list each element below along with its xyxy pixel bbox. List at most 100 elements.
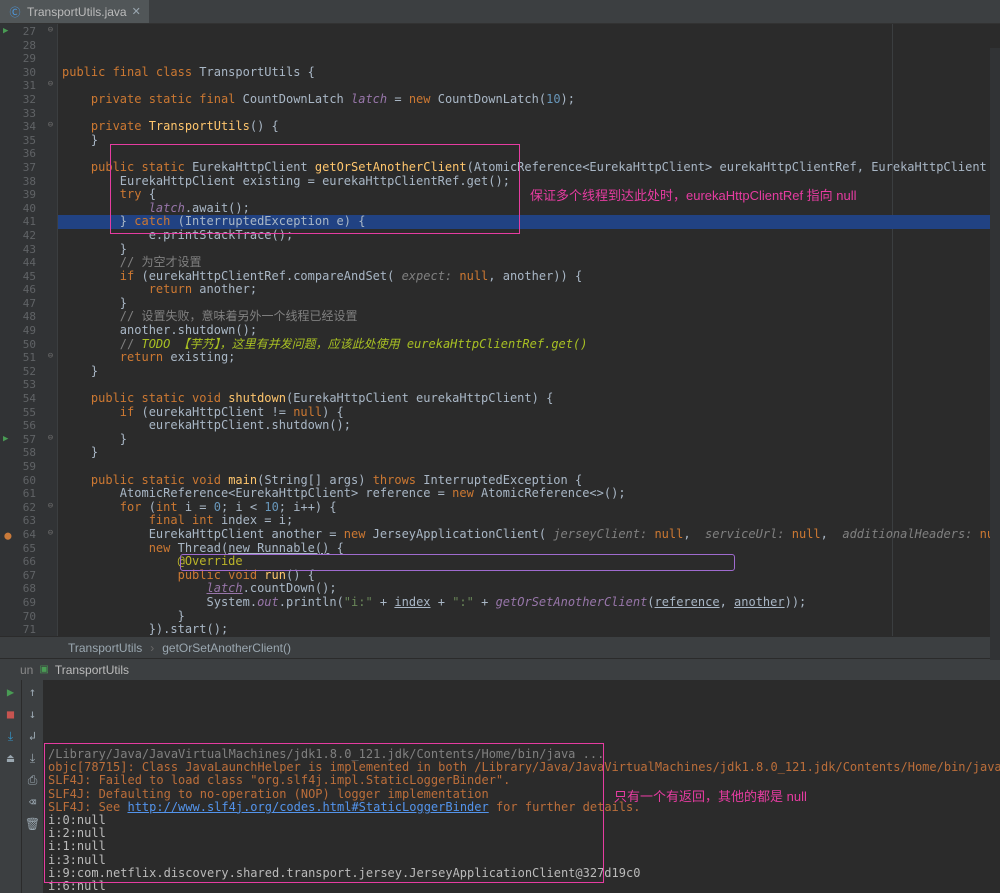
down-stack-icon[interactable]: ↓ bbox=[25, 706, 41, 722]
line-number[interactable]: 60 bbox=[0, 474, 44, 488]
stop-icon[interactable]: ■ bbox=[3, 706, 19, 722]
code-line[interactable]: } bbox=[58, 243, 1000, 257]
line-number[interactable]: 52 bbox=[0, 365, 44, 379]
fold-column[interactable]: ⊖ ⊖ ⊖ ⊖ ⊖ ⊖ ⊖ bbox=[44, 24, 58, 636]
line-number[interactable]: 33 bbox=[0, 107, 44, 121]
code-line[interactable]: new Thread(new Runnable() { bbox=[58, 542, 1000, 556]
code-line[interactable]: public static void shutdown(EurekaHttpCl… bbox=[58, 392, 1000, 406]
line-number[interactable]: 30 bbox=[0, 66, 44, 80]
run-tool-tab[interactable]: un ▣ TransportUtils bbox=[0, 658, 1000, 680]
line-number[interactable]: 61 bbox=[0, 487, 44, 501]
scroll-end-icon[interactable]: ⤓ bbox=[25, 750, 41, 766]
code-line[interactable]: // TODO 【芋艿】，这里有并发问题，应该此处使用 eurekaHttpCl… bbox=[58, 338, 1000, 352]
line-number[interactable]: 37 bbox=[0, 161, 44, 175]
code-line[interactable]: } bbox=[58, 134, 1000, 148]
line-number[interactable]: 68 bbox=[0, 582, 44, 596]
code-line[interactable] bbox=[58, 79, 1000, 93]
line-number[interactable]: 70 bbox=[0, 610, 44, 624]
code-line[interactable]: another.shutdown(); bbox=[58, 324, 1000, 338]
line-number[interactable]: 50 bbox=[0, 338, 44, 352]
line-number[interactable]: 34 bbox=[0, 120, 44, 134]
line-number[interactable]: 49 bbox=[0, 324, 44, 338]
line-number[interactable]: 44 bbox=[0, 256, 44, 270]
line-number[interactable]: 47 bbox=[0, 297, 44, 311]
line-number[interactable]: 66 bbox=[0, 555, 44, 569]
code-line[interactable]: }).start(); bbox=[58, 623, 1000, 636]
code-line[interactable]: } bbox=[58, 365, 1000, 379]
line-number[interactable]: 38 bbox=[0, 175, 44, 189]
line-number[interactable]: 63 bbox=[0, 514, 44, 528]
line-number[interactable]: 62 bbox=[0, 501, 44, 515]
line-number[interactable]: 65 bbox=[0, 542, 44, 556]
line-number[interactable]: 69 bbox=[0, 596, 44, 610]
fold-toggle[interactable]: ⊖ bbox=[44, 500, 57, 514]
code-line[interactable]: latch.await(); bbox=[58, 202, 1000, 216]
line-number[interactable]: 40 bbox=[0, 202, 44, 216]
line-number[interactable]: 28 bbox=[0, 39, 44, 53]
code-line[interactable]: } bbox=[58, 610, 1000, 624]
breadcrumb-class[interactable]: TransportUtils bbox=[60, 641, 150, 655]
code-line[interactable]: // 设置失败，意味着另外一个线程已经设置 bbox=[58, 310, 1000, 324]
line-number[interactable]: 29 bbox=[0, 52, 44, 66]
code-line[interactable]: return existing; bbox=[58, 351, 1000, 365]
code-line[interactable]: AtomicReference<EurekaHttpClient> refere… bbox=[58, 487, 1000, 501]
code-area[interactable]: public final class TransportUtils { priv… bbox=[58, 24, 1000, 636]
line-number[interactable]: 45 bbox=[0, 270, 44, 284]
line-number[interactable]: 41 bbox=[0, 215, 44, 229]
line-number[interactable]: 71 bbox=[0, 623, 44, 637]
code-line[interactable]: return another; bbox=[58, 283, 1000, 297]
code-line[interactable]: eurekaHttpClient.shutdown(); bbox=[58, 419, 1000, 433]
code-line[interactable]: public void run() { bbox=[58, 569, 1000, 583]
fold-toggle[interactable]: ⊖ bbox=[44, 78, 57, 92]
line-number[interactable]: 36 bbox=[0, 147, 44, 161]
code-line[interactable]: if (eurekaHttpClient != null) { bbox=[58, 406, 1000, 420]
line-number[interactable]: 58 bbox=[0, 446, 44, 460]
code-line[interactable]: public static EurekaHttpClient getOrSetA… bbox=[58, 161, 1000, 175]
code-line[interactable] bbox=[58, 107, 1000, 121]
fold-toggle[interactable]: ⊖ bbox=[44, 350, 57, 364]
line-number[interactable]: 55 bbox=[0, 406, 44, 420]
line-number[interactable]: 53 bbox=[0, 378, 44, 392]
line-number[interactable]: 56 bbox=[0, 419, 44, 433]
fold-toggle[interactable]: ⊖ bbox=[44, 119, 57, 133]
code-line[interactable]: private static final CountDownLatch latc… bbox=[58, 93, 1000, 107]
code-line[interactable]: } catch (InterruptedException e) { bbox=[58, 215, 1000, 229]
breadcrumb-method[interactable]: getOrSetAnotherClient() bbox=[154, 641, 299, 655]
exit-icon[interactable]: ⏏ bbox=[3, 750, 19, 766]
line-number[interactable]: 27 bbox=[0, 25, 44, 39]
code-line[interactable]: } bbox=[58, 446, 1000, 460]
code-line[interactable]: private TransportUtils() { bbox=[58, 120, 1000, 134]
trash-icon[interactable]: 🗑 bbox=[25, 816, 41, 832]
code-line[interactable] bbox=[58, 147, 1000, 161]
line-number[interactable]: 39 bbox=[0, 188, 44, 202]
line-number[interactable]: 42 bbox=[0, 229, 44, 243]
print-icon[interactable]: ⎙ bbox=[25, 772, 41, 788]
code-line[interactable]: System.out.println("i:" + index + ":" + … bbox=[58, 596, 1000, 610]
fold-toggle[interactable]: ⊖ bbox=[44, 527, 57, 541]
line-number[interactable]: 32 bbox=[0, 93, 44, 107]
code-line[interactable]: for (int i = 0; i < 10; i++) { bbox=[58, 501, 1000, 515]
code-line[interactable]: @Override bbox=[58, 555, 1000, 569]
code-line[interactable]: EurekaHttpClient another = new JerseyApp… bbox=[58, 528, 1000, 542]
code-line[interactable]: EurekaHttpClient existing = eurekaHttpCl… bbox=[58, 175, 1000, 189]
code-line[interactable]: final int index = i; bbox=[58, 514, 1000, 528]
scrollbar-vertical[interactable] bbox=[990, 48, 1000, 660]
line-number[interactable]: 48 bbox=[0, 310, 44, 324]
close-tab-icon[interactable]: ✕ bbox=[132, 5, 141, 18]
code-line[interactable]: } bbox=[58, 433, 1000, 447]
fold-toggle[interactable]: ⊖ bbox=[44, 432, 57, 446]
code-line[interactable]: public static void main(String[] args) t… bbox=[58, 474, 1000, 488]
code-line[interactable]: // 为空才设置 bbox=[58, 256, 1000, 270]
code-line[interactable]: public final class TransportUtils { bbox=[58, 66, 1000, 80]
line-number[interactable]: 46 bbox=[0, 283, 44, 297]
line-gutter[interactable]: 2728293031323334353637383940414243444546… bbox=[0, 24, 44, 636]
line-number[interactable]: 35 bbox=[0, 134, 44, 148]
dump-threads-icon[interactable]: ⤓ bbox=[3, 728, 19, 744]
line-number[interactable]: 57 bbox=[0, 433, 44, 447]
rerun-icon[interactable]: ▶ bbox=[3, 684, 19, 700]
code-line[interactable] bbox=[58, 378, 1000, 392]
fold-toggle[interactable]: ⊖ bbox=[44, 24, 57, 38]
soft-wrap-icon[interactable]: ↲ bbox=[25, 728, 41, 744]
file-tab[interactable]: Ⓒ TransportUtils.java ✕ bbox=[0, 0, 149, 23]
line-number[interactable]: 51 bbox=[0, 351, 44, 365]
